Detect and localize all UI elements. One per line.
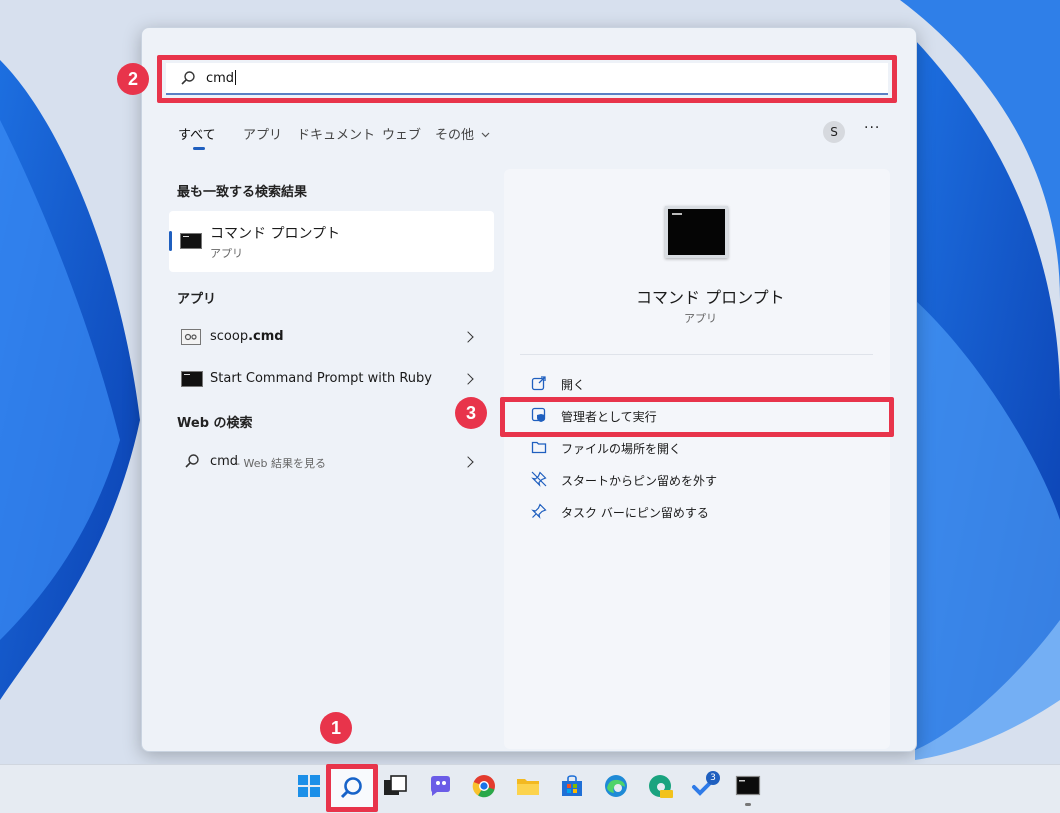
- details-divider: [520, 354, 873, 355]
- best-match-subtitle: アプリ: [210, 247, 243, 260]
- selection-indicator: [169, 231, 172, 251]
- chevron-right-icon: [462, 373, 474, 385]
- apps-heading: アプリ: [177, 292, 217, 307]
- action-pin-taskbar-label: タスク バーにピン留めする: [561, 506, 709, 520]
- windows-start-icon[interactable]: [296, 773, 322, 799]
- app-item-scoop[interactable]: scoop.cmd: [169, 322, 494, 354]
- step-badge-3: 3: [455, 397, 487, 429]
- command-prompt-large-icon: [665, 206, 728, 258]
- action-open-file-location-label: ファイルの場所を開く: [561, 442, 682, 456]
- file-explorer-icon[interactable]: [515, 773, 541, 799]
- chrome-icon[interactable]: [471, 773, 497, 799]
- command-prompt-taskbar-icon[interactable]: [735, 773, 761, 799]
- chevron-down-icon: [481, 132, 490, 138]
- action-unpin-start-label: スタートからピン留めを外す: [561, 474, 718, 488]
- todo-notification-badge: 3: [706, 771, 720, 785]
- step-badge-2: 2: [117, 63, 149, 95]
- search-icon: [185, 454, 199, 468]
- app-item-scoop-label: scoop.cmd: [210, 329, 284, 344]
- tab-all[interactable]: すべて: [178, 124, 216, 143]
- chat-icon[interactable]: [427, 773, 453, 799]
- more-options-button[interactable]: ···: [864, 120, 880, 136]
- taskbar-search-highlight-box: [326, 764, 378, 812]
- tab-more-label: その他: [435, 128, 475, 143]
- running-indicator: [745, 803, 751, 806]
- tab-apps[interactable]: アプリ: [243, 124, 282, 143]
- task-view-icon[interactable]: [382, 773, 408, 799]
- search-highlight-box: [157, 55, 897, 103]
- tab-web[interactable]: ウェブ: [382, 124, 421, 143]
- web-search-item[interactable]: cmd - Web 結果を見る: [169, 447, 494, 479]
- script-file-icon: [181, 329, 201, 345]
- chevron-right-icon: [462, 456, 474, 468]
- unpin-icon: [531, 471, 547, 487]
- open-external-icon: [531, 376, 546, 391]
- tab-documents[interactable]: ドキュメント: [297, 124, 375, 143]
- pin-icon: [531, 503, 547, 519]
- web-search-suffix: - Web 結果を見る: [236, 457, 326, 470]
- best-match-heading: 最も一致する検索結果: [177, 185, 308, 200]
- terminal-icon: [180, 233, 202, 249]
- store-icon[interactable]: [559, 773, 585, 799]
- folder-icon: [531, 441, 547, 454]
- terminal-icon: [181, 371, 203, 387]
- best-match-title: コマンド プロンプト: [210, 226, 341, 242]
- details-title: コマンド プロンプト: [636, 288, 785, 307]
- tab-more[interactable]: その他: [435, 124, 490, 143]
- app-item-ruby-prompt-label: Start Command Prompt with Ruby: [210, 371, 432, 386]
- edge-canary-icon[interactable]: [647, 773, 673, 799]
- user-avatar[interactable]: S: [823, 121, 845, 143]
- action-open-label: 開く: [561, 378, 586, 392]
- app-item-ruby-prompt[interactable]: Start Command Prompt with Ruby: [169, 364, 494, 396]
- chevron-right-icon: [462, 331, 474, 343]
- step-badge-1: 1: [320, 712, 352, 744]
- details-subtitle: アプリ: [684, 312, 717, 325]
- web-search-query: cmd: [210, 454, 239, 469]
- active-tab-indicator: [193, 147, 205, 150]
- run-as-admin-highlight-box: [500, 397, 894, 437]
- web-search-heading: Web の検索: [177, 416, 253, 431]
- edge-icon[interactable]: [603, 773, 629, 799]
